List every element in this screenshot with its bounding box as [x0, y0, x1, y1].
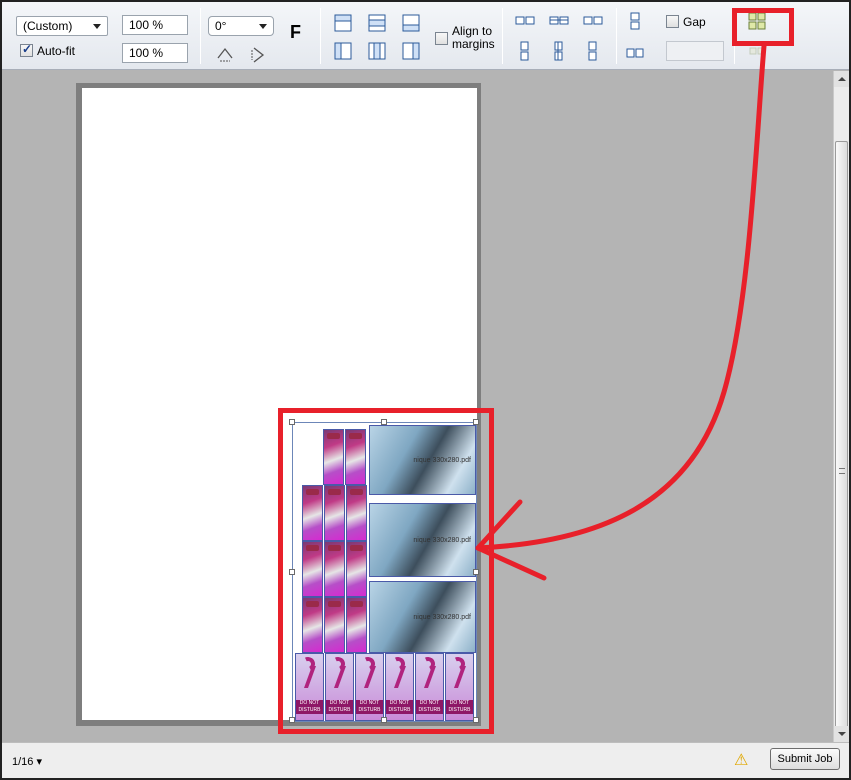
align-top-icon	[334, 14, 352, 32]
toolbar-divider	[616, 8, 617, 64]
scale-x-field[interactable]: 100 %	[122, 15, 188, 35]
scroll-down-icon[interactable]	[834, 726, 849, 742]
gap-value-field[interactable]	[666, 41, 724, 61]
warning-icon[interactable]: ⚠	[734, 750, 748, 770]
annotation-highlight-layout	[278, 408, 494, 734]
flip-vertical-icon	[251, 47, 265, 63]
align-bottom-button[interactable]	[400, 12, 422, 34]
flip-indicator: F	[290, 22, 301, 42]
distribute-middle-button[interactable]	[548, 40, 570, 62]
align-to-margins-label: Align to margins	[452, 25, 495, 51]
vertical-gap-button[interactable]	[624, 10, 646, 32]
grip-icon	[839, 468, 845, 474]
align-middle-icon	[368, 14, 386, 32]
distribute-top-button[interactable]	[514, 40, 536, 62]
submit-job-button[interactable]: Submit Job	[770, 748, 840, 770]
gap-label: Gap	[683, 15, 706, 29]
align-right-button[interactable]	[400, 40, 422, 62]
align-left-button[interactable]	[332, 40, 354, 62]
gap-checkbox[interactable]	[666, 15, 679, 28]
distribute-center-icon	[549, 16, 569, 25]
align-middle-button[interactable]	[366, 12, 388, 34]
distribute-bottom-button[interactable]	[582, 40, 604, 62]
autofit-checkbox[interactable]	[20, 42, 33, 57]
toolbar-divider	[200, 8, 201, 64]
toolbar-divider	[320, 8, 321, 64]
scroll-up-icon[interactable]	[834, 71, 849, 87]
distribute-bottom-icon	[588, 41, 597, 61]
annotation-highlight-toolbar	[732, 8, 794, 46]
vertical-scrollbar[interactable]	[833, 71, 849, 742]
chevron-down-icon	[93, 24, 101, 29]
flip-vertical-button[interactable]	[248, 44, 270, 66]
distribute-left-button[interactable]	[514, 10, 536, 32]
align-left-icon	[334, 42, 352, 60]
flip-horizontal-button[interactable]	[214, 44, 236, 66]
distribute-left-icon	[515, 16, 535, 25]
imposition-toolbar: (Custom) Auto-fit 100 % 100 % 0° F Align…	[2, 2, 849, 70]
chevron-down-icon	[259, 24, 267, 29]
annotation-arrow-curve	[475, 43, 767, 551]
toolbar-divider	[502, 8, 503, 64]
align-center-icon	[368, 42, 386, 60]
horizontal-gap-icon	[626, 48, 644, 58]
align-bottom-icon	[402, 14, 420, 32]
align-center-button[interactable]	[366, 40, 388, 62]
paper-size-dropdown[interactable]: (Custom)	[16, 16, 108, 36]
application-window: (Custom) Auto-fit 100 % 100 % 0° F Align…	[0, 0, 851, 780]
vertical-gap-icon	[630, 12, 640, 30]
align-top-button[interactable]	[332, 12, 354, 34]
scale-y-field[interactable]: 100 %	[122, 43, 188, 63]
flip-horizontal-icon	[217, 47, 233, 62]
align-to-margins-checkbox[interactable]	[435, 32, 448, 45]
align-label-line2: margins	[452, 37, 495, 51]
status-bar: 1/16 ▾ ⚠ Submit Job	[2, 742, 849, 778]
horizontal-gap-button[interactable]	[624, 42, 646, 64]
autofit-label: Auto-fit	[37, 44, 76, 58]
align-right-icon	[402, 42, 420, 60]
page-indicator-text: 1/16	[12, 756, 34, 768]
paper-size-value: (Custom)	[23, 19, 73, 33]
rotation-dropdown[interactable]: 0°	[208, 16, 274, 36]
scrollbar-thumb[interactable]	[835, 141, 848, 741]
distribute-center-button[interactable]	[548, 10, 570, 32]
distribute-right-button[interactable]	[582, 10, 604, 32]
align-label-line1: Align to	[452, 24, 493, 38]
distribute-right-icon	[583, 16, 603, 25]
distribute-top-icon	[520, 41, 529, 61]
rotation-value: 0°	[215, 19, 227, 33]
distribute-middle-icon	[554, 41, 563, 61]
page-indicator[interactable]: 1/16 ▾	[12, 755, 42, 768]
